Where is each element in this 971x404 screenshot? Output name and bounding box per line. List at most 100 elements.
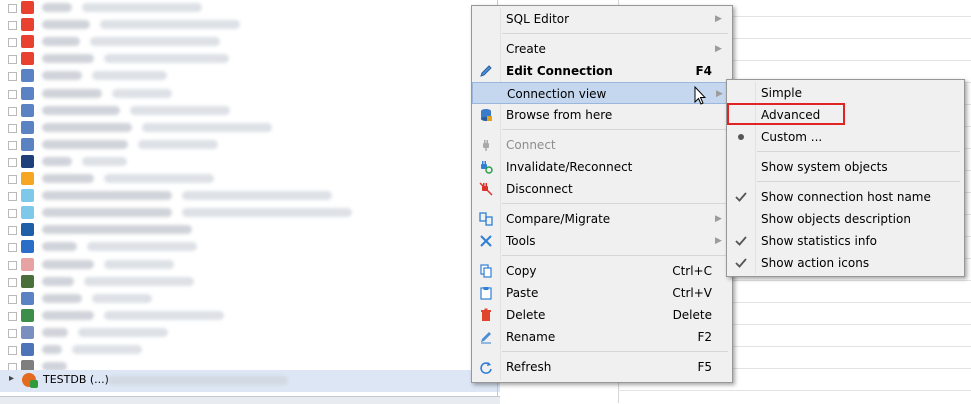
- menu-item-label: Compare/Migrate: [506, 212, 611, 226]
- database-connection-icon: [21, 206, 34, 220]
- database-connection-icon: [21, 35, 34, 49]
- menu-item-tools[interactable]: Tools ▶: [472, 230, 732, 252]
- menu-item-copy[interactable]: Copy Ctrl+C: [472, 260, 732, 282]
- menu-item-disconnect[interactable]: Disconnect: [472, 178, 732, 200]
- menu-separator: [757, 151, 960, 152]
- menu-item-label: Custom ...: [761, 130, 823, 144]
- expand-toggle-icon[interactable]: [8, 346, 17, 355]
- connected-check-icon: [30, 380, 38, 388]
- menu-item-label: Invalidate/Reconnect: [506, 160, 633, 174]
- redacted-connection-host: [142, 122, 272, 132]
- submenu-item-custom[interactable]: Custom ...: [727, 126, 964, 148]
- expand-toggle-icon[interactable]: [8, 89, 17, 99]
- expand-toggle-icon[interactable]: [8, 260, 17, 270]
- database-connection-icon: [21, 120, 34, 134]
- expand-toggle-icon[interactable]: [8, 38, 17, 48]
- expand-toggle-icon[interactable]: [8, 294, 17, 304]
- checkmark-icon: [733, 233, 749, 249]
- redacted-connection-name: [42, 88, 102, 98]
- menu-item-delete[interactable]: Delete Delete: [472, 304, 732, 326]
- menu-item-refresh[interactable]: Refresh F5: [472, 356, 732, 378]
- redacted-connection-host: [92, 293, 152, 303]
- menu-item-paste[interactable]: Paste Ctrl+V: [472, 282, 732, 304]
- menu-item-create[interactable]: Create ▶: [472, 38, 732, 60]
- expand-toggle-icon[interactable]: [8, 243, 17, 253]
- database-connection-icon: [21, 172, 34, 185]
- menu-item-shortcut: F2: [697, 330, 712, 344]
- expand-toggle-icon[interactable]: [8, 328, 17, 338]
- redacted-connection-host: [92, 71, 167, 81]
- submenu-item-show-statistics-info[interactable]: Show statistics info: [727, 230, 964, 252]
- expand-toggle-icon[interactable]: [8, 55, 17, 65]
- submenu-item-show-connection-host-name[interactable]: Show connection host name: [727, 186, 964, 208]
- menu-item-label: Refresh: [506, 360, 552, 374]
- trash-icon: [478, 307, 494, 323]
- refresh-icon: [478, 359, 494, 375]
- submenu-arrow-icon: ▶: [715, 214, 722, 224]
- database-connection-icon: [21, 274, 34, 288]
- database-connection-icon: [21, 154, 34, 168]
- redacted-connection-name: [42, 345, 62, 354]
- expand-toggle-icon[interactable]: [8, 277, 17, 287]
- database-connection-icon: [21, 1, 34, 14]
- expand-toggle-icon[interactable]: [8, 106, 17, 116]
- submenu-arrow-icon: ▶: [716, 89, 723, 99]
- redacted-connection-host: [72, 345, 142, 354]
- redacted-connection-name: [42, 225, 192, 235]
- expand-toggle-icon[interactable]: [8, 4, 17, 13]
- redacted-connection-name: [42, 122, 132, 132]
- redacted-connection-name: [42, 191, 172, 201]
- menu-item-edit-connection[interactable]: Edit Connection F4: [472, 60, 732, 82]
- redacted-connection-host: [82, 156, 127, 166]
- expand-toggle-icon[interactable]: [8, 123, 17, 133]
- expand-toggle-icon[interactable]: [8, 21, 17, 31]
- database-connection-icon: [21, 223, 34, 237]
- redacted-connection-name: [42, 71, 82, 81]
- menu-item-rename[interactable]: Rename F2: [472, 326, 732, 348]
- expand-toggle-icon[interactable]: [8, 192, 17, 202]
- tree-row-selected[interactable]: ▸ TESTDB (...): [0, 370, 500, 392]
- submenu-arrow-icon: ▶: [715, 14, 722, 24]
- copy-icon: [478, 263, 494, 279]
- menu-item-invalidate-reconnect[interactable]: Invalidate/Reconnect: [472, 156, 732, 178]
- expand-toggle-icon[interactable]: [8, 140, 17, 150]
- redacted-connection-host: [82, 3, 202, 12]
- submenu-item-show-system-objects[interactable]: Show system objects: [727, 156, 964, 178]
- expand-toggle-icon[interactable]: [8, 226, 17, 236]
- database-connection-icon: [21, 69, 34, 83]
- redacted-connection-name: [42, 293, 82, 303]
- database-connection-icon: [21, 325, 34, 339]
- database-connection-icon: [21, 343, 34, 356]
- menu-item-browse-from-here[interactable]: Browse from here: [472, 104, 732, 126]
- expand-toggle-icon[interactable]: [8, 72, 17, 82]
- expand-arrow-icon[interactable]: ▸: [9, 373, 14, 384]
- menu-item-label: Simple: [761, 86, 802, 100]
- redacted-connection-name: [42, 310, 94, 320]
- redacted-connection-name: [42, 174, 94, 183]
- menu-item-label: Connect: [506, 138, 556, 152]
- submenu-item-show-objects-description[interactable]: Show objects description: [727, 208, 964, 230]
- menu-item-connection-view[interactable]: Connection view ▶: [472, 82, 732, 104]
- menu-item-compare-migrate[interactable]: Compare/Migrate ▶: [472, 208, 732, 230]
- plug-icon: [478, 137, 494, 153]
- submenu-item-simple[interactable]: Simple: [727, 82, 964, 104]
- menu-item-label: Tools: [506, 234, 536, 248]
- menu-item-connect[interactable]: Connect: [472, 134, 732, 156]
- menu-item-label: Paste: [506, 286, 539, 300]
- redacted-connection-host: [130, 105, 230, 115]
- paste-icon: [478, 285, 494, 301]
- redacted-connection-host: [90, 37, 220, 47]
- expand-toggle-icon[interactable]: [8, 311, 17, 321]
- database-connection-icon: [21, 103, 34, 117]
- menu-item-shortcut: Ctrl+V: [672, 286, 712, 300]
- redacted-connection-name: [42, 242, 77, 252]
- reconnect-icon: [478, 159, 494, 175]
- expand-toggle-icon[interactable]: [8, 157, 17, 167]
- menu-item-sql-editor[interactable]: SQL Editor ▶: [472, 8, 732, 30]
- expand-toggle-icon[interactable]: [8, 209, 17, 219]
- compare-icon: [478, 211, 494, 227]
- redacted-connection-name: [42, 37, 80, 47]
- database-connection-icon: [21, 52, 34, 66]
- submenu-item-show-action-icons[interactable]: Show action icons: [727, 252, 964, 274]
- expand-toggle-icon[interactable]: [8, 175, 17, 184]
